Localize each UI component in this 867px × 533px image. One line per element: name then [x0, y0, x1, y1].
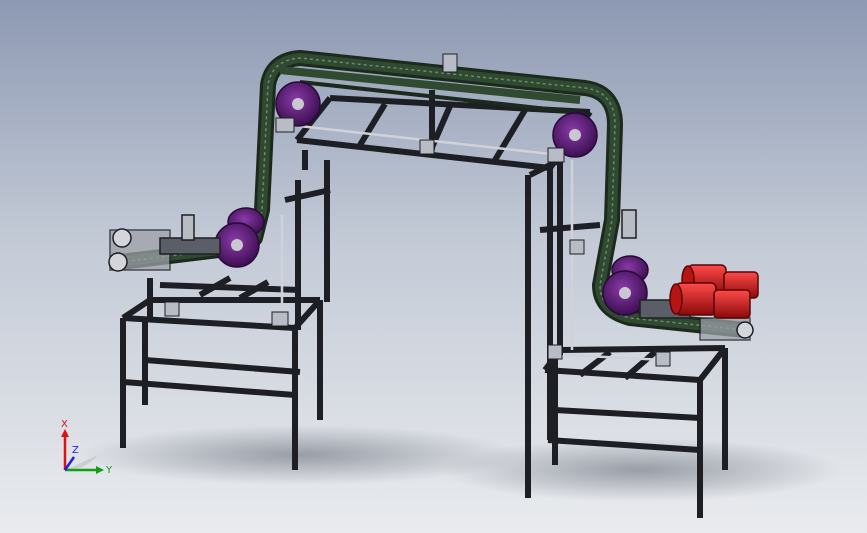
conveyor-assembly-model[interactable] — [0, 0, 867, 533]
triad-y-label: Y — [105, 465, 113, 476]
triad-x-label: X — [61, 419, 68, 430]
left-tail-assembly[interactable] — [108, 214, 221, 272]
pulley-lower-left[interactable] — [214, 222, 260, 268]
triad-z-label: Z — [72, 445, 79, 456]
top-mount-block — [442, 53, 458, 73]
orientation-triad[interactable]: X Y Z — [50, 415, 120, 485]
triad-y-arrow — [96, 466, 104, 474]
triad-x-arrow — [61, 429, 69, 437]
cad-viewport[interactable]: X Y Z — [0, 0, 867, 533]
